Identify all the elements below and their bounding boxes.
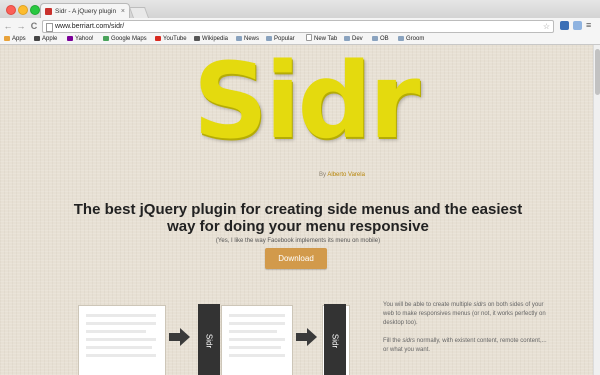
yahoo-icon	[67, 36, 73, 41]
bookmark-apple[interactable]: Apple	[34, 34, 57, 44]
page-icon	[306, 34, 312, 41]
extension-icon[interactable]	[573, 21, 582, 30]
text-line	[229, 330, 277, 333]
window-titlebar: Sidr - A jQuery plugin for c ×	[0, 0, 600, 19]
minimize-window-button[interactable]	[18, 5, 28, 15]
page-scrollbar[interactable]	[593, 45, 600, 375]
forward-arrow-icon[interactable]: →	[16, 20, 26, 32]
page-subline: (Yes, I like the way Facebook implements…	[215, 238, 381, 244]
bookmark-new-tab[interactable]: New Tab	[306, 34, 337, 44]
new-tab-button[interactable]	[128, 7, 150, 18]
reload-icon[interactable]: C	[29, 20, 39, 32]
bookmark-yahoo[interactable]: Yahoo!	[67, 34, 94, 44]
bookmark-star-icon[interactable]: ☆	[543, 21, 550, 32]
description-paragraph-2: Fill the sidrs normally, with existent c…	[383, 338, 547, 353]
sidr-favicon-icon	[45, 8, 52, 15]
page-mockup-shifted	[221, 305, 293, 375]
text-line	[229, 322, 285, 325]
page-content: Sidr By Alberto Varela The best jQuery p…	[0, 45, 593, 375]
bookmark-youtube[interactable]: YouTube	[155, 34, 187, 44]
sidr-panel: Sidr	[324, 304, 346, 375]
bookmarks-bar: Apps Apple Yahoo! Google Maps YouTube Wi…	[0, 34, 600, 45]
back-arrow-icon[interactable]: ←	[3, 20, 13, 32]
browser-toolbar: ← → C www.berriart.com/sidr/ ☆ ≡	[0, 18, 600, 34]
byline-prefix: By	[319, 172, 327, 178]
text-line	[86, 338, 156, 341]
folder-icon	[372, 36, 378, 41]
bookmark-popular[interactable]: Popular	[266, 34, 295, 44]
sidr-panel-label: Sidr	[330, 333, 340, 349]
address-bar[interactable]: www.berriart.com/sidr/ ☆	[42, 20, 554, 33]
apple-icon	[34, 36, 40, 41]
folder-icon	[236, 36, 242, 41]
folder-icon	[344, 36, 350, 41]
scrollbar-thumb[interactable]	[595, 49, 600, 95]
tab-title: Sidr - A jQuery plugin for c	[55, 8, 117, 15]
text-line	[229, 354, 285, 357]
author-link[interactable]: Alberto Varela	[327, 172, 365, 178]
text-line	[229, 338, 285, 341]
sidr-logo: Sidr	[193, 45, 420, 162]
text-line	[229, 346, 281, 349]
bookmark-google-maps[interactable]: Google Maps	[103, 34, 147, 44]
sidr-panel: Sidr	[198, 304, 220, 375]
tab-close-icon[interactable]: ×	[121, 4, 125, 19]
page-icon	[46, 23, 53, 32]
bookmark-ob[interactable]: OB	[372, 34, 389, 44]
text-line	[86, 330, 146, 333]
chrome-menu-icon[interactable]: ≡	[586, 20, 591, 30]
text-line	[86, 346, 152, 349]
apps-icon	[4, 36, 10, 41]
text-line	[86, 354, 156, 357]
page-headline: The best jQuery plugin for creating side…	[73, 201, 523, 235]
bookmark-groom[interactable]: Groom	[398, 34, 424, 44]
bookmark-wikipedia[interactable]: Wikipedia	[194, 34, 228, 44]
close-window-button[interactable]	[6, 5, 16, 15]
description-paragraph-1: You will be able to create multiple sidr…	[383, 302, 546, 326]
bookmark-apps[interactable]: Apps	[4, 34, 26, 44]
maximize-window-button[interactable]	[30, 5, 40, 15]
youtube-icon	[155, 36, 161, 41]
byline: By Alberto Varela	[319, 172, 365, 178]
text-line	[229, 314, 285, 317]
text-line	[86, 322, 156, 325]
download-button[interactable]: Download	[265, 248, 327, 269]
extension-icon[interactable]	[560, 21, 569, 30]
browser-tab-sidr[interactable]: Sidr - A jQuery plugin for c ×	[40, 3, 130, 19]
bookmark-dev[interactable]: Dev	[344, 34, 363, 44]
folder-icon	[266, 36, 272, 41]
sidr-panel-label: Sidr	[204, 333, 214, 349]
folder-icon	[398, 36, 404, 41]
page-mockup-closed	[78, 305, 166, 375]
bookmark-news[interactable]: News	[236, 34, 259, 44]
text-line	[86, 314, 156, 317]
url-text[interactable]: www.berriart.com/sidr/	[55, 21, 124, 32]
wikipedia-icon	[194, 36, 200, 41]
google-maps-icon	[103, 36, 109, 41]
